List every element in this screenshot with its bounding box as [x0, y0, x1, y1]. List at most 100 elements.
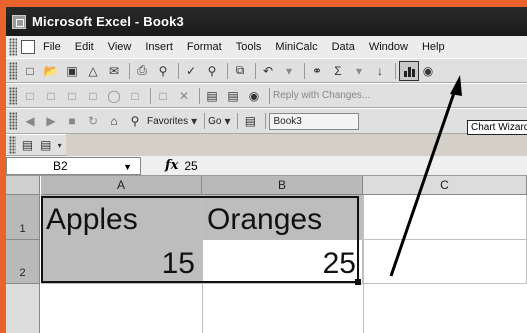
toolbar-grip[interactable]	[9, 136, 16, 154]
menu-tools[interactable]: Tools	[236, 41, 262, 53]
cell-a1[interactable]: Apples	[41, 195, 202, 240]
row-header-2[interactable]: 2	[6, 240, 40, 284]
separator	[150, 87, 151, 104]
delete-ink-icon[interactable]: ✕	[175, 87, 193, 105]
favorites-dropdown-icon[interactable]: ▾	[190, 112, 198, 130]
show-only-web-toolbar-icon[interactable]: ▤	[241, 112, 259, 130]
separator	[265, 113, 267, 129]
fill-handle[interactable]	[355, 279, 361, 285]
new-comment-icon[interactable]: □	[21, 87, 39, 105]
name-box[interactable]: B2 ▼	[6, 156, 141, 175]
update-file-icon[interactable]: ▤	[224, 87, 242, 105]
drawing-icon[interactable]: ◉	[419, 62, 437, 80]
cell-b2[interactable]: 25	[202, 240, 363, 284]
track-changes-icon[interactable]: ▤	[203, 87, 221, 105]
send-mail-icon[interactable]: ◉	[245, 87, 263, 105]
pivot-icon[interactable]: ▤	[20, 136, 35, 154]
menu-insert[interactable]: Insert	[145, 41, 173, 53]
toolbar-grip[interactable]	[9, 86, 17, 105]
cell-b1[interactable]: Oranges	[202, 195, 363, 240]
show-all-comments-icon[interactable]: ◯	[105, 87, 123, 105]
next-comment-icon[interactable]: □	[63, 87, 81, 105]
menu-minicalc[interactable]: MiniCalc	[275, 41, 317, 53]
select-all-button[interactable]	[6, 176, 40, 195]
toolbar-grip[interactable]	[9, 61, 17, 80]
delete-comment-icon[interactable]: □	[126, 87, 144, 105]
stop-icon[interactable]: ■	[63, 112, 81, 130]
title-bar: Microsoft Excel - Book3	[6, 7, 527, 36]
menu-format[interactable]: Format	[187, 41, 222, 53]
column-header-b[interactable]: B	[202, 176, 363, 195]
cell-c2[interactable]	[363, 240, 527, 284]
cell-c1[interactable]	[363, 195, 527, 240]
separator	[227, 62, 228, 79]
chart-wizard-tooltip: Chart Wizard	[467, 120, 527, 135]
home-icon[interactable]: ⌂	[105, 112, 123, 130]
new-icon[interactable]: □	[21, 62, 39, 80]
open-icon[interactable]: 📂	[42, 62, 60, 80]
reply-with-changes-button[interactable]: Reply with Changes...	[273, 90, 370, 101]
menu-data[interactable]: Data	[332, 41, 355, 53]
web-toolbar: ◀ ▶ ■ ↻ ⌂ ⚲ Favorites ▾ Go ▾ ▤ Book3	[6, 108, 527, 134]
search-web-icon[interactable]: ⚲	[126, 112, 144, 130]
separator	[204, 113, 206, 129]
separator	[304, 62, 305, 79]
separator	[129, 62, 130, 79]
column-header-a[interactable]: A	[41, 176, 202, 195]
name-box-dropdown-icon[interactable]: ▼	[123, 159, 132, 175]
copy-icon[interactable]: ⧉	[231, 62, 249, 80]
sort-ascending-icon[interactable]: ↓	[371, 62, 389, 80]
chart-wizard-icon[interactable]	[399, 60, 419, 81]
email-icon[interactable]: ✉	[105, 62, 123, 80]
formula-input[interactable]: 25	[184, 159, 197, 173]
menu-file[interactable]: File	[43, 41, 61, 53]
forward-icon[interactable]: ▶	[42, 112, 60, 130]
print-preview-icon[interactable]: ⚲	[154, 62, 172, 80]
autosum-icon[interactable]: Σ	[329, 62, 347, 80]
menu-edit[interactable]: Edit	[75, 41, 94, 53]
menu-help[interactable]: Help	[422, 41, 445, 53]
formatting-toolbar: ▤ ▤ ▾	[6, 134, 66, 156]
favorites-menu[interactable]: Favorites	[147, 116, 188, 127]
go-dropdown-icon[interactable]: ▾	[223, 112, 231, 130]
toolbar-options-icon[interactable]: ▾	[56, 136, 63, 154]
toolbar-grip[interactable]	[9, 112, 17, 130]
research-icon[interactable]: ⚲	[203, 62, 221, 80]
insert-function-icon[interactable]: fx	[165, 158, 178, 173]
menubar-grip[interactable]	[9, 38, 17, 56]
menu-bar: File Edit View Insert Format Tools MiniC…	[6, 36, 527, 58]
name-box-value: B2	[53, 158, 68, 173]
undo-icon[interactable]: ↶	[259, 62, 277, 80]
excel-window: Microsoft Excel - Book3 File Edit View I…	[6, 7, 527, 333]
print-icon[interactable]: ⎙	[133, 62, 151, 80]
worksheet-grid[interactable]: A B C 1 2 Apples Oranges 15 25	[6, 176, 527, 333]
save-icon[interactable]: ▣	[63, 62, 81, 80]
workbook-icon[interactable]	[21, 40, 35, 54]
separator	[178, 62, 179, 79]
ink-icon[interactable]: □	[154, 87, 172, 105]
row-header-1[interactable]: 1	[6, 195, 40, 240]
column-divider	[202, 195, 203, 333]
back-icon[interactable]: ◀	[21, 112, 39, 130]
permission-icon[interactable]: △	[84, 62, 102, 80]
previous-comment-icon[interactable]: □	[42, 87, 60, 105]
menu-view[interactable]: View	[108, 41, 132, 53]
reviewing-toolbar: □ □ □ □ ◯ □ □ ✕ ▤ ▤ ◉ Reply with Changes…	[6, 83, 527, 108]
go-menu[interactable]: Go	[208, 116, 221, 127]
address-field[interactable]: Book3	[269, 112, 360, 130]
column-divider	[363, 195, 364, 333]
spelling-icon[interactable]: ✓	[182, 62, 200, 80]
hyperlink-icon[interactable]: ⚭	[308, 62, 326, 80]
menu-window[interactable]: Window	[369, 41, 408, 53]
row-header-3[interactable]	[6, 284, 40, 333]
separator	[199, 87, 200, 104]
cell-a2[interactable]: 15	[41, 240, 202, 284]
excel-app-icon[interactable]	[12, 14, 26, 29]
show-comment-icon[interactable]: □	[84, 87, 102, 105]
autosum-dropdown-icon[interactable]: ▾	[350, 62, 368, 80]
undo-dropdown-icon[interactable]: ▾	[280, 62, 298, 80]
refresh-icon[interactable]: ↻	[84, 112, 102, 130]
standard-toolbar: □ 📂 ▣ △ ✉ ⎙ ⚲ ✓ ⚲ ⧉ ↶ ▾ ⚭ Σ ▾ ↓ ◉	[6, 58, 527, 83]
column-header-c[interactable]: C	[363, 176, 527, 195]
table-icon[interactable]: ▤	[38, 136, 53, 154]
